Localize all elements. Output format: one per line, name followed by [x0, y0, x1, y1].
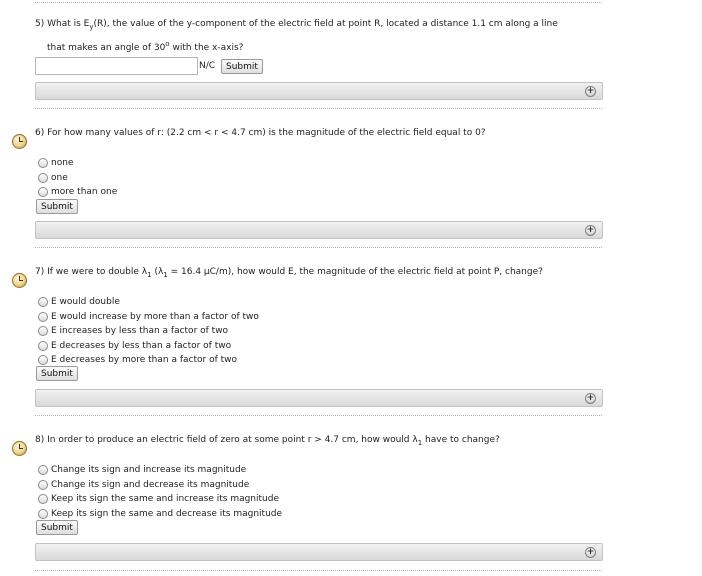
q7-text-part: 7) If we were to double λ	[35, 267, 148, 277]
q8-expand-bar[interactable]: +	[35, 543, 603, 561]
q8-option-label: Change its sign and decrease its magnitu…	[51, 479, 250, 490]
q7-expand-bar[interactable]: +	[35, 389, 603, 407]
q5-submit-button[interactable]: Submit	[221, 59, 263, 74]
q7-submit-button[interactable]: Submit	[36, 366, 78, 381]
q6-submit-button[interactable]: Submit	[36, 199, 78, 214]
q7-text-part: = 16.4 μC/m), how would E, the magnitude…	[167, 267, 543, 277]
radio-button[interactable]	[38, 326, 48, 337]
q8-submit-button[interactable]: Submit	[36, 520, 78, 535]
radio-button[interactable]	[38, 158, 48, 169]
q8-text-part: have to change?	[422, 435, 500, 445]
q8-text-part: 8) In order to produce an electric field…	[35, 435, 418, 445]
q6-option-label: one	[51, 172, 68, 183]
q6-option[interactable]: more than one	[38, 185, 117, 200]
q6-expand-bar[interactable]: +	[35, 221, 603, 239]
q7-option-label: E increases by less than a factor of two	[51, 326, 229, 337]
plus-circle-icon[interactable]: +	[585, 225, 596, 236]
radio-button[interactable]	[38, 297, 48, 308]
q5-text-part: (R), the value of the y-component of the…	[93, 19, 558, 29]
q8-option-label: Keep its sign the same and decrease its …	[51, 508, 283, 519]
q6-options: none one more than one	[38, 156, 117, 200]
q7-option-label: E decreases by less than a factor of two	[51, 340, 232, 351]
q5-text-part: that makes an angle of 30	[47, 42, 166, 53]
radio-button[interactable]	[38, 465, 48, 476]
q8-option-label: Change its sign and increase its magnitu…	[51, 465, 247, 476]
q5-text-part: 5) What is E	[35, 19, 90, 29]
clock-icon	[12, 273, 27, 288]
radio-button[interactable]	[38, 508, 48, 519]
q7-option[interactable]: E would increase by more than a factor o…	[38, 310, 259, 325]
q7-option[interactable]: E would double	[38, 295, 259, 310]
q7-text-part: (λ	[151, 267, 164, 277]
radio-button[interactable]	[38, 340, 48, 351]
radio-button[interactable]	[38, 494, 48, 505]
separator-q5	[35, 108, 602, 109]
q8-option[interactable]: Keep its sign the same and increase its …	[38, 492, 282, 507]
q5-text-part: with the x-axis?	[169, 42, 244, 53]
plus-circle-icon[interactable]: +	[585, 86, 596, 97]
separator-q6	[35, 247, 602, 248]
plus-circle-icon[interactable]: +	[585, 547, 596, 558]
q7-option-label: E would double	[51, 297, 120, 308]
separator-top	[35, 2, 602, 3]
q7-text: 7) If we were to double λ1 (λ1 = 16.4 μC…	[35, 264, 595, 284]
q8-text: 8) In order to produce an electric field…	[35, 432, 595, 452]
separator-q7	[35, 415, 602, 416]
radio-button[interactable]	[38, 479, 48, 490]
q7-option[interactable]: E decreases by less than a factor of two	[38, 339, 259, 354]
q5-text: 5) What is Ey(R), the value of the y-com…	[35, 16, 595, 57]
q7-option-label: E would increase by more than a factor o…	[51, 311, 259, 322]
q7-option-label: E decreases by more than a factor of two	[51, 355, 237, 366]
q7-option[interactable]: E increases by less than a factor of two	[38, 324, 259, 339]
q8-options: Change its sign and increase its magnitu…	[38, 463, 282, 521]
q6-option-label: none	[51, 158, 74, 169]
q8-option[interactable]: Keep its sign the same and decrease its …	[38, 507, 282, 522]
q5-expand-bar[interactable]: +	[35, 82, 603, 100]
q7-options: E would double E would increase by more …	[38, 295, 259, 368]
clock-icon	[12, 441, 27, 456]
radio-button[interactable]	[38, 172, 48, 183]
q6-option-label: more than one	[51, 187, 118, 198]
q5-unit-label: N/C	[199, 61, 216, 71]
q6-text: 6) For how many values of r: (2.2 cm < r…	[35, 128, 486, 138]
plus-circle-icon[interactable]: +	[585, 393, 596, 404]
q6-option[interactable]: one	[38, 171, 117, 186]
q8-option[interactable]: Change its sign and increase its magnitu…	[38, 463, 282, 478]
q5-answer-input[interactable]	[35, 57, 198, 75]
radio-button[interactable]	[38, 311, 48, 322]
clock-icon	[12, 134, 27, 149]
separator-q8	[35, 570, 602, 571]
radio-button[interactable]	[38, 187, 48, 198]
q8-option-label: Keep its sign the same and increase its …	[51, 494, 279, 505]
q6-option[interactable]: none	[38, 156, 117, 171]
radio-button[interactable]	[38, 355, 48, 366]
q8-option[interactable]: Change its sign and decrease its magnitu…	[38, 478, 282, 493]
